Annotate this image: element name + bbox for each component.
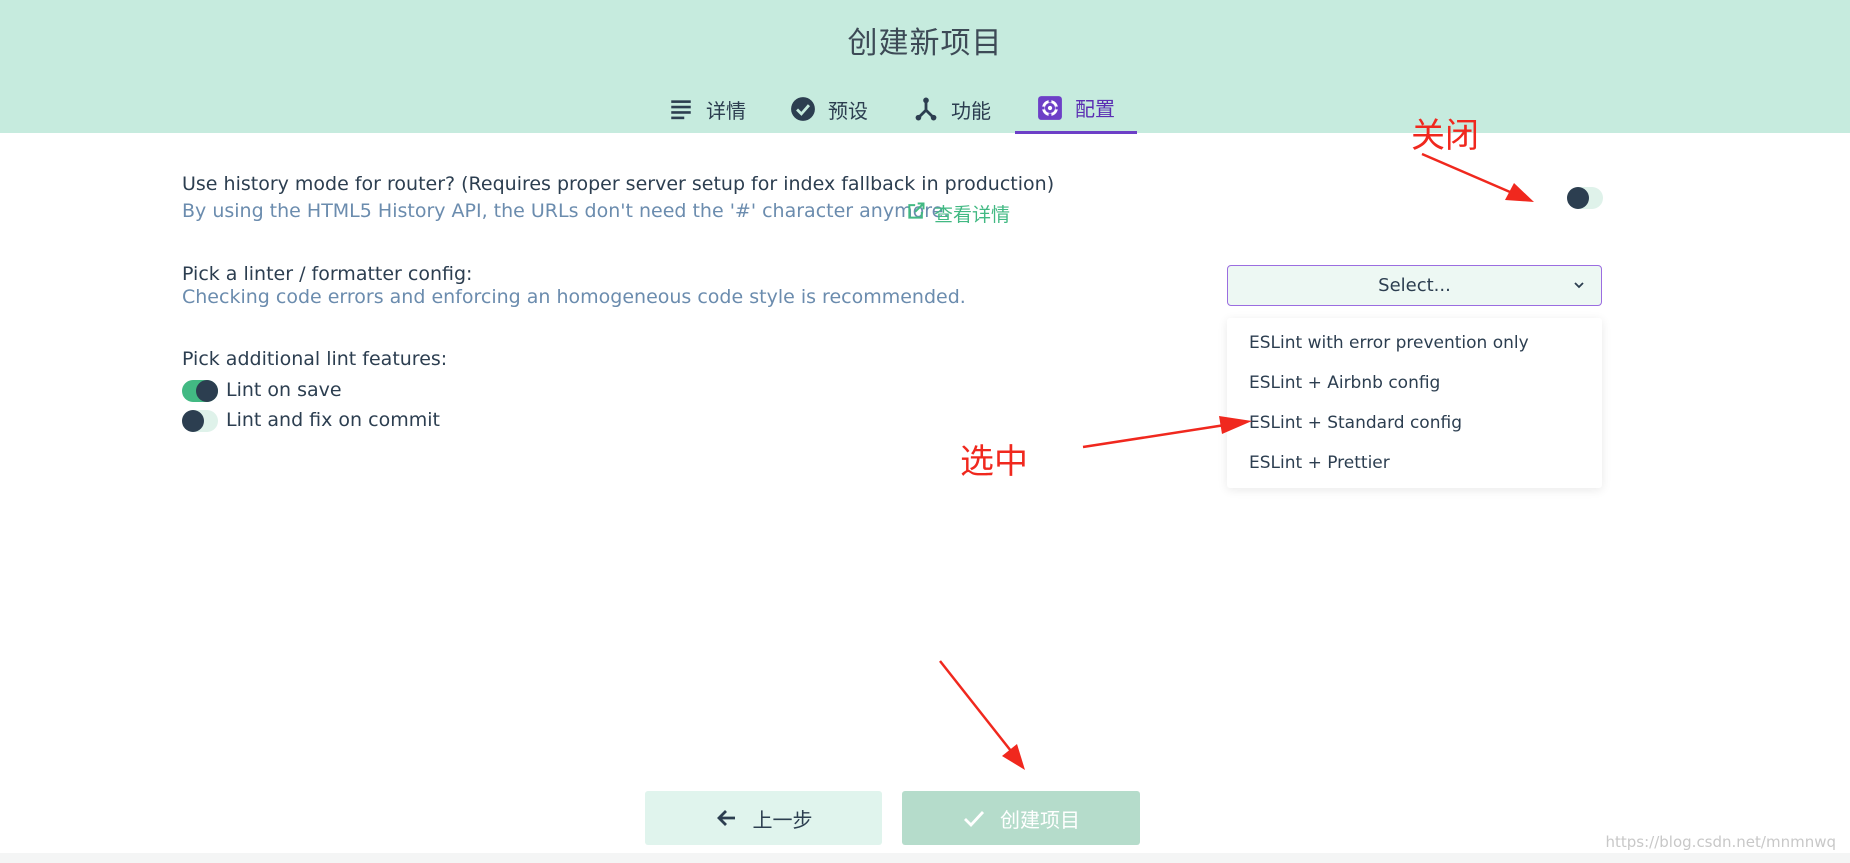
history-mode-description: By using the HTML5 History API, the URLs… [182, 200, 950, 222]
linter-select[interactable]: Select... [1227, 265, 1602, 306]
lint-features-label: Pick additional lint features: [182, 348, 448, 370]
annotation-select: 选中 [960, 442, 1028, 482]
watermark: https://blog.csdn.net/mnmnwq [1605, 833, 1836, 851]
lint-on-save-toggle[interactable] [182, 380, 218, 402]
annotation-close: 关闭 [1411, 116, 1479, 156]
more-info-label: 查看详情 [934, 204, 1011, 226]
back-button[interactable]: 上一步 [645, 791, 882, 845]
fork-icon [913, 96, 939, 122]
tab-bar: 详情 预设 功能 配置 [0, 84, 1850, 134]
chevron-down-icon [1574, 282, 1584, 289]
option-eslint-error-prevention[interactable]: ESLint with error prevention only [1249, 327, 1529, 359]
tab-features-label: 功能 [951, 98, 991, 123]
tab-presets[interactable]: 预设 [790, 84, 868, 134]
toggle-knob [182, 410, 204, 432]
arrow-to-toggle [1421, 152, 1534, 202]
tab-details-label: 详情 [706, 98, 746, 123]
list-icon [668, 96, 694, 122]
arrow-left-icon [716, 810, 735, 826]
page-title: 创建新项目 [847, 26, 1003, 61]
toggle-knob [1567, 187, 1589, 209]
tab-config-label: 配置 [1075, 97, 1115, 121]
back-button-label: 上一步 [752, 807, 813, 832]
option-eslint-prettier[interactable]: ESLint + Prettier [1249, 447, 1390, 479]
history-mode-label: Use history mode for router? (Requires p… [182, 173, 1055, 195]
lint-fix-commit-label: Lint and fix on commit [226, 409, 440, 431]
toggle-knob [196, 380, 218, 402]
external-link-icon [906, 201, 926, 226]
tab-features[interactable]: 功能 [913, 84, 991, 134]
arrow-to-create-button [939, 660, 1025, 770]
linter-label: Pick a linter / formatter config: [182, 263, 473, 285]
lint-fix-commit-toggle[interactable] [182, 410, 218, 432]
lint-on-save-label: Lint on save [226, 379, 342, 401]
tab-config[interactable]: 配置 [1015, 84, 1137, 134]
more-info-link[interactable]: 查看详情 [906, 200, 1010, 227]
gear-icon [1037, 95, 1063, 121]
check-circle-icon [790, 96, 816, 122]
tab-details[interactable]: 详情 [668, 84, 746, 134]
footer-strip [0, 853, 1850, 863]
create-project-label: 创建项目 [1000, 807, 1080, 832]
history-mode-toggle[interactable] [1567, 187, 1603, 209]
header: 创建新项目 详情 预设 功能 配置 [0, 0, 1850, 134]
check-icon [964, 811, 985, 828]
linter-dropdown: ESLint with error prevention only ESLint… [1227, 318, 1602, 488]
create-project-button[interactable]: 创建项目 [902, 791, 1140, 845]
option-eslint-airbnb[interactable]: ESLint + Airbnb config [1249, 367, 1440, 399]
tab-presets-label: 预设 [828, 98, 868, 123]
linter-description: Checking code errors and enforcing an ho… [182, 286, 966, 308]
option-eslint-standard[interactable]: ESLint + Standard config [1249, 407, 1462, 439]
linter-select-value: Select... [1378, 275, 1451, 296]
